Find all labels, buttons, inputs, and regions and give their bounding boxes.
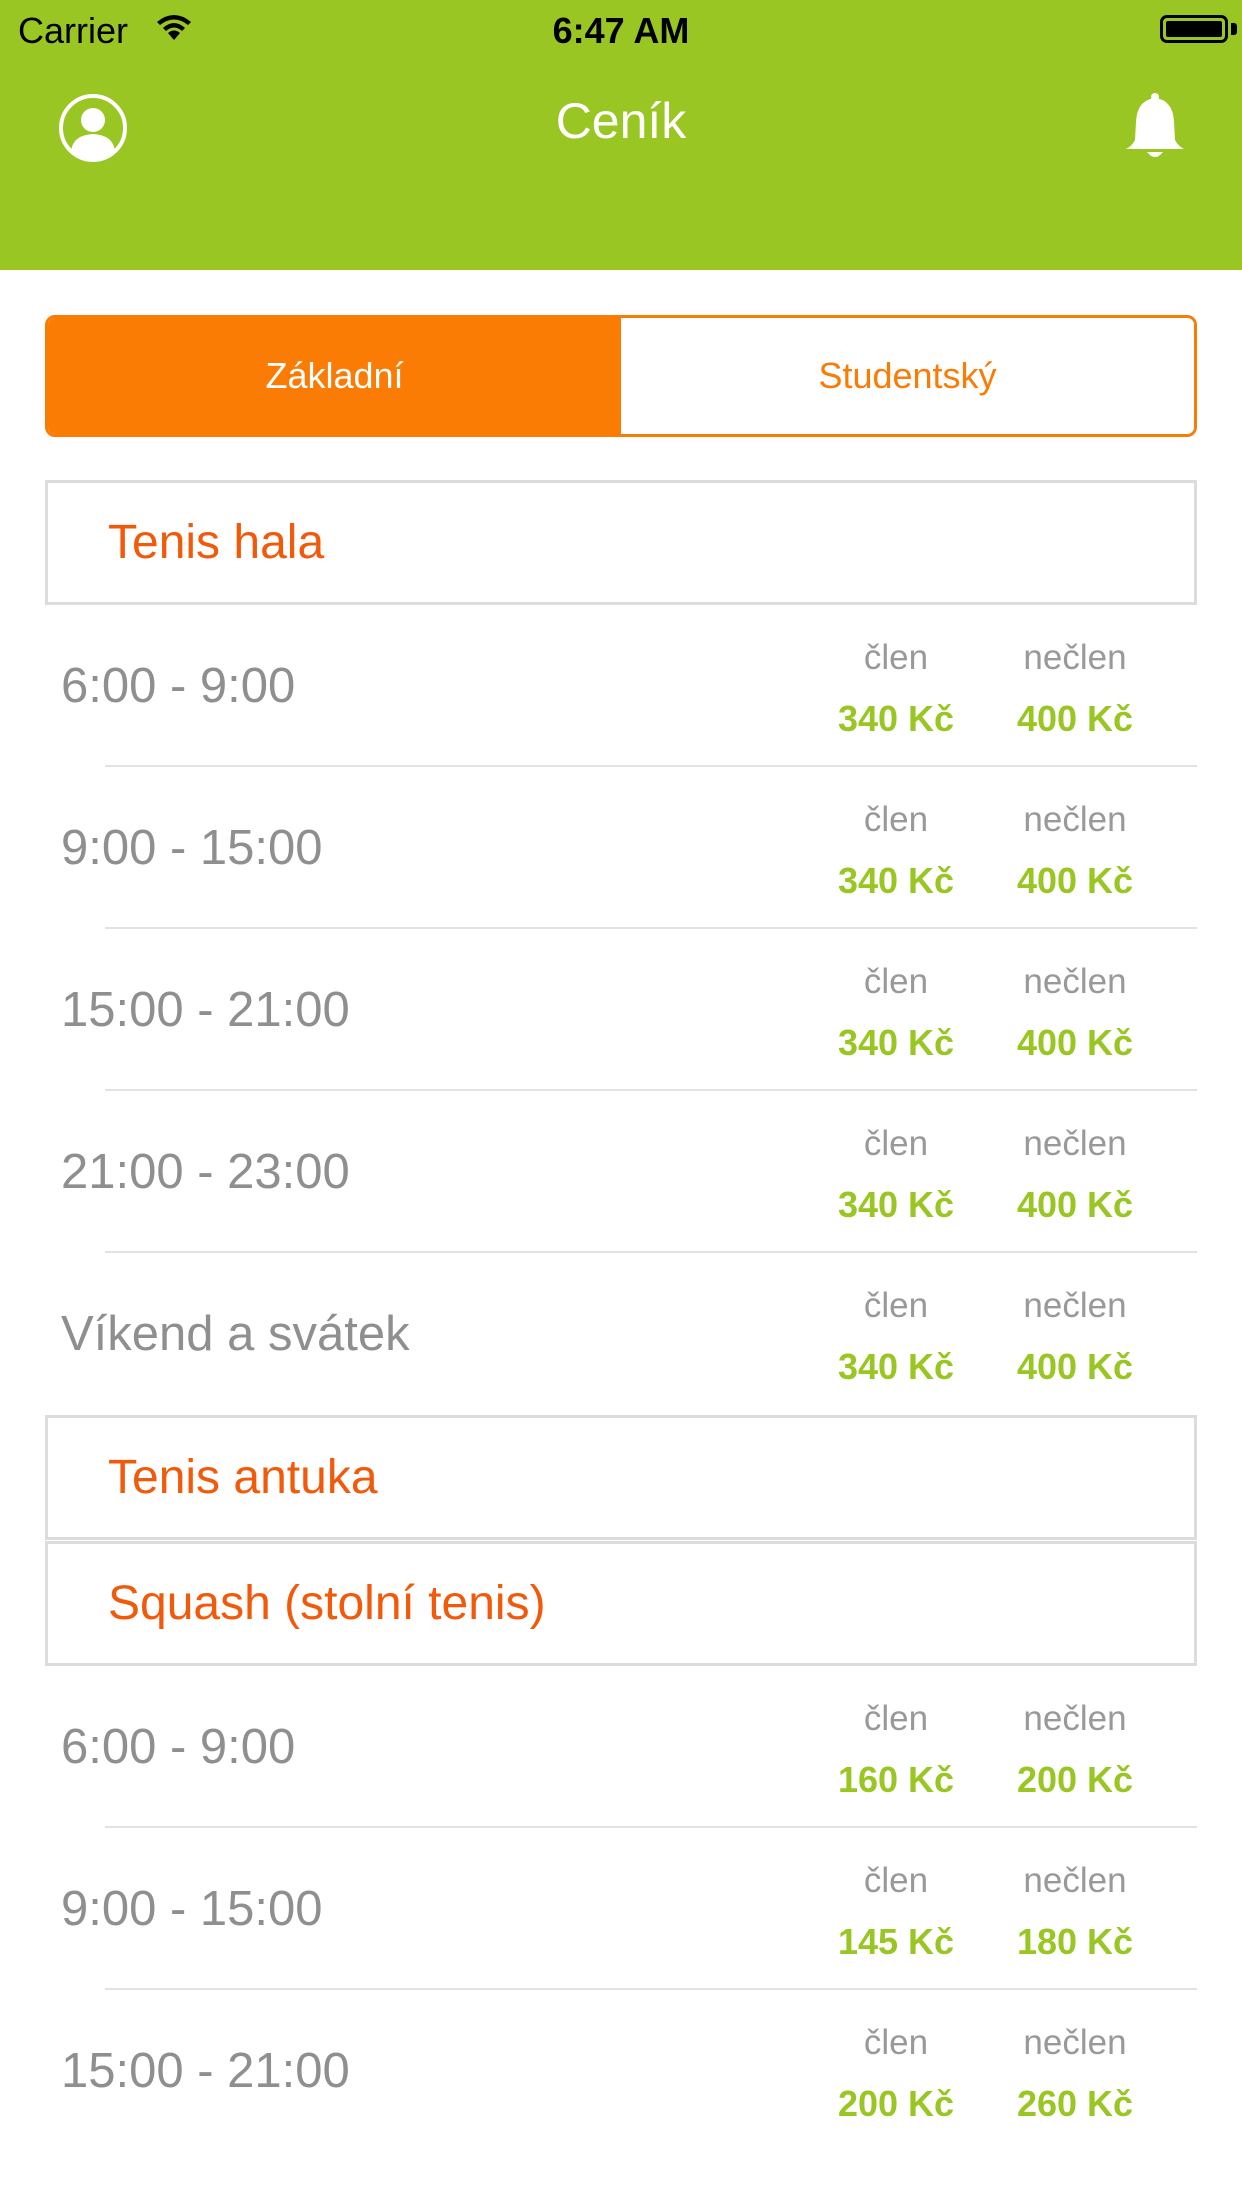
time-slot-label: 15:00 - 21:00 xyxy=(61,983,350,1037)
nonmember-label: nečlen xyxy=(1023,962,1127,1001)
member-price: 145 Kč xyxy=(837,1921,955,1962)
price-row: Víkend a svátek člen nečlen 340 Kč 400 K… xyxy=(45,1253,1197,1415)
time-slot-label: 15:00 - 21:00 xyxy=(61,2044,350,2098)
member-label: člen xyxy=(863,1699,929,1738)
page-title: Ceník xyxy=(555,93,687,149)
nonmember-label: nečlen xyxy=(1023,2023,1127,2062)
battery-icon xyxy=(1160,15,1228,43)
nonmember-price: 400 Kč xyxy=(1016,1346,1134,1387)
section-title: Tenis hala xyxy=(108,516,325,569)
member-label: člen xyxy=(863,800,929,839)
pricing-type-segmented-control: Základní Studentský xyxy=(45,315,1197,437)
price-row: 9:00 - 15:00 člen nečlen 145 Kč 180 Kč xyxy=(45,1828,1197,1990)
member-price: 340 Kč xyxy=(837,1346,955,1387)
nav-bar: Carrier 6:47 AM Ceník xyxy=(0,0,1242,270)
time-slot-label: Víkend a svátek xyxy=(61,1307,410,1361)
section-header-squash[interactable]: Squash (stolní tenis) xyxy=(45,1541,1197,1666)
nonmember-label: nečlen xyxy=(1023,638,1127,677)
nonmember-price: 260 Kč xyxy=(1016,2083,1134,2124)
section-header-tenis-antuka[interactable]: Tenis antuka xyxy=(45,1415,1197,1540)
price-row: 21:00 - 23:00 člen nečlen 340 Kč 400 Kč xyxy=(45,1091,1197,1253)
battery-tip xyxy=(1231,23,1237,35)
member-price: 340 Kč xyxy=(837,1022,955,1063)
member-label: člen xyxy=(863,962,929,1001)
member-price: 340 Kč xyxy=(837,860,955,901)
time-slot-label: 21:00 - 23:00 xyxy=(61,1145,350,1199)
nonmember-label: nečlen xyxy=(1023,800,1127,839)
member-label: člen xyxy=(863,2023,929,2062)
member-label: člen xyxy=(863,1124,929,1163)
member-price: 160 Kč xyxy=(837,1759,955,1800)
nonmember-price: 400 Kč xyxy=(1016,698,1134,739)
member-price: 340 Kč xyxy=(837,1184,955,1225)
nonmember-price: 400 Kč xyxy=(1016,1184,1134,1225)
nonmember-label: nečlen xyxy=(1023,1861,1127,1900)
section-title: Tenis antuka xyxy=(108,1451,378,1504)
status-time: 6:47 AM xyxy=(552,10,690,51)
nonmember-label: nečlen xyxy=(1023,1699,1127,1738)
member-label: člen xyxy=(863,638,929,677)
price-row: 9:00 - 15:00 člen nečlen 340 Kč 400 Kč xyxy=(45,767,1197,929)
tab-zakladni[interactable]: Základní xyxy=(48,318,621,434)
price-row: 6:00 - 9:00 člen nečlen 160 Kč 200 Kč xyxy=(45,1666,1197,1828)
nonmember-label: nečlen xyxy=(1023,1124,1127,1163)
price-row: 6:00 - 9:00 člen nečlen 340 Kč 400 Kč xyxy=(45,605,1197,767)
member-label: člen xyxy=(863,1286,929,1325)
time-slot-label: 6:00 - 9:00 xyxy=(61,659,296,713)
time-slot-label: 6:00 - 9:00 xyxy=(61,1720,296,1774)
price-row: 15:00 - 21:00 člen nečlen 340 Kč 400 Kč xyxy=(45,929,1197,1091)
bell-icon[interactable] xyxy=(1122,92,1188,162)
member-price: 340 Kč xyxy=(837,698,955,739)
tab-studentsky[interactable]: Studentský xyxy=(621,318,1194,434)
time-slot-label: 9:00 - 15:00 xyxy=(61,821,323,875)
time-slot-label: 9:00 - 15:00 xyxy=(61,1882,323,1936)
status-bar: Carrier 6:47 AM xyxy=(0,0,1242,62)
section-header-tenis-hala[interactable]: Tenis hala xyxy=(45,480,1197,605)
nonmember-price: 400 Kč xyxy=(1016,860,1134,901)
nonmember-price: 400 Kč xyxy=(1016,1022,1134,1063)
nonmember-price: 180 Kč xyxy=(1016,1921,1134,1962)
nonmember-price: 200 Kč xyxy=(1016,1759,1134,1800)
member-label: člen xyxy=(863,1861,929,1900)
section-title: Squash (stolní tenis) xyxy=(108,1577,546,1630)
nonmember-label: nečlen xyxy=(1023,1286,1127,1325)
price-row: 15:00 - 21:00 člen nečlen 200 Kč 260 Kč xyxy=(45,1990,1197,2152)
member-price: 200 Kč xyxy=(837,2083,955,2124)
